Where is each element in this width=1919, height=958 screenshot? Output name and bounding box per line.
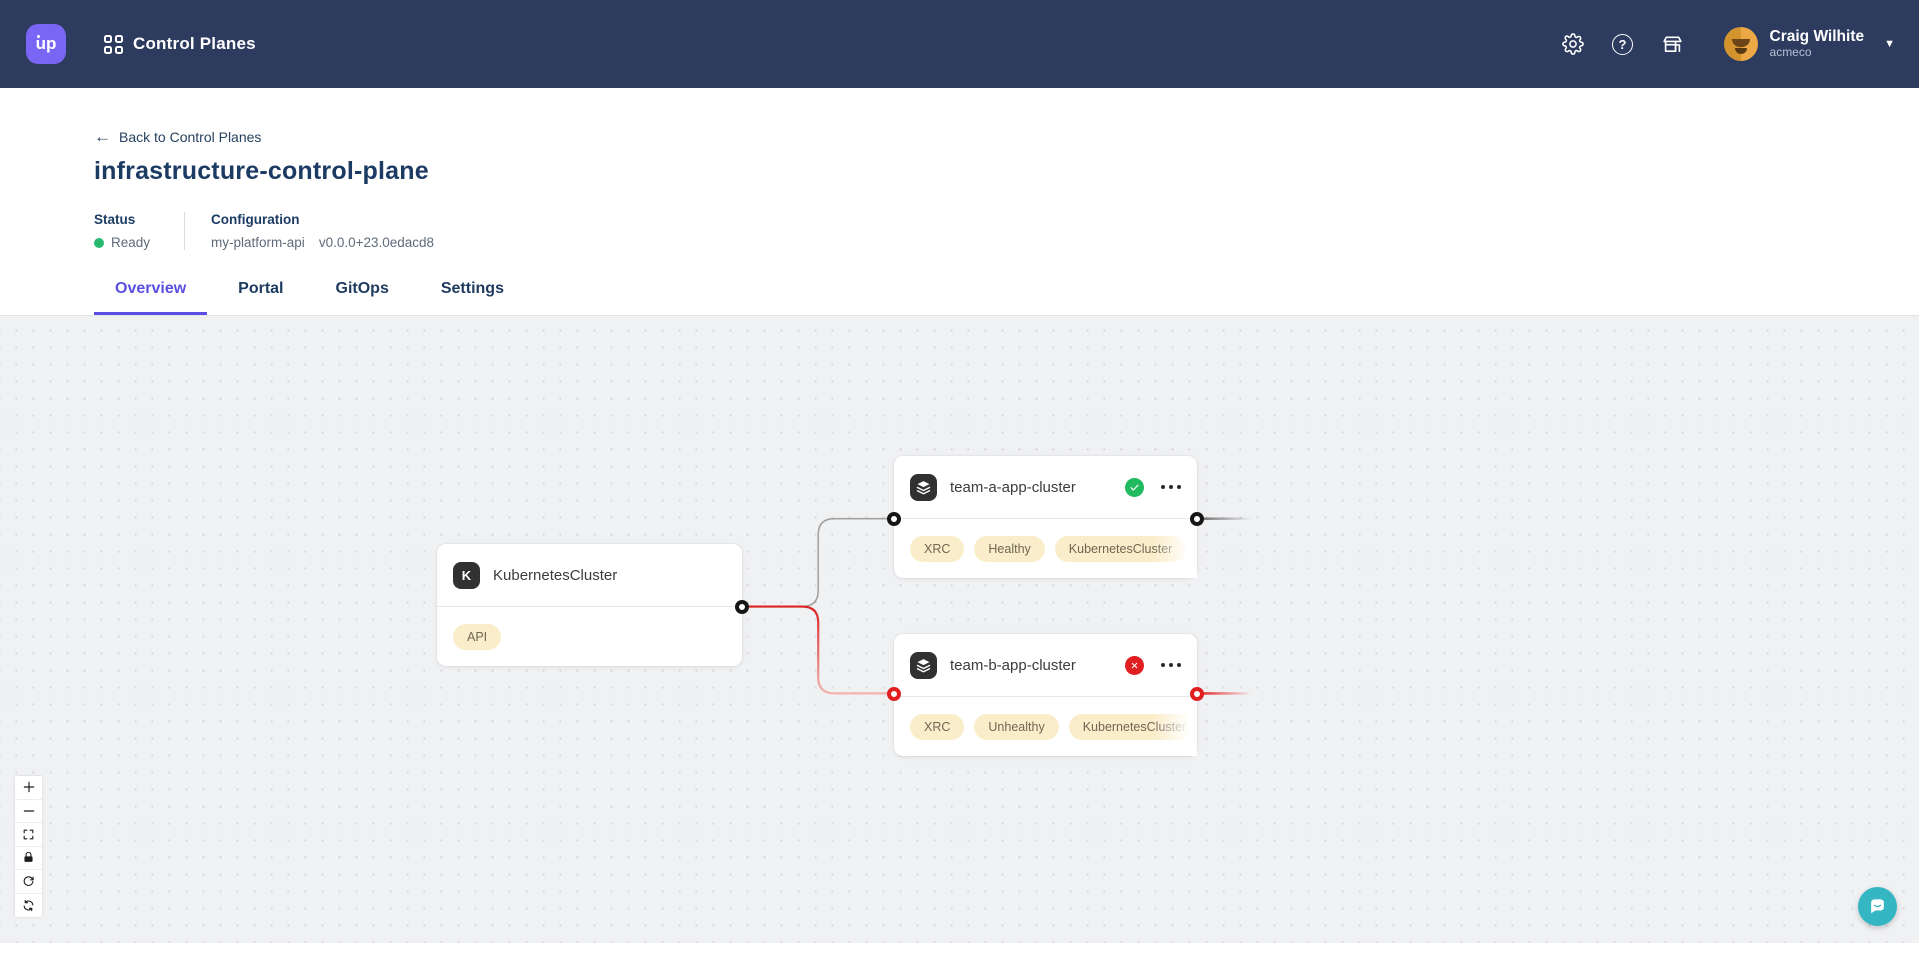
graph-edges: [0, 316, 1919, 943]
user-org: acmeco: [1770, 46, 1865, 60]
handle-team-b-target[interactable]: [887, 687, 901, 701]
tab-bar: Overview Portal GitOps Settings: [94, 280, 1919, 315]
upbound-logo[interactable]: up: [26, 24, 66, 64]
logo-dot: [37, 35, 40, 38]
help-question-glyph: ?: [1612, 34, 1633, 55]
app-switcher[interactable]: Control Planes: [104, 34, 256, 54]
meta-row: Status Ready Configuration my-platform-a…: [94, 212, 1919, 250]
configuration-section: Configuration my-platform-api v0.0.0+23.…: [211, 212, 434, 250]
canvas-controls: [15, 776, 42, 917]
node-title: team-a-app-cluster: [950, 479, 1112, 496]
navbar-right: ? Craig Wilhite acmeco ▼: [1560, 27, 1895, 61]
badge-api: API: [453, 624, 501, 650]
badge-xrc: XRC: [910, 714, 964, 740]
node-kubernetescluster[interactable]: K KubernetesCluster API: [437, 544, 742, 666]
top-navbar: up Control Planes ? Craig Wilhite: [0, 0, 1919, 88]
badge-unhealthy: Unhealthy: [974, 714, 1058, 740]
tab-portal[interactable]: Portal: [217, 280, 304, 315]
marketplace-icon[interactable]: [1660, 31, 1686, 57]
zoom-in-button[interactable]: [15, 776, 42, 800]
apps-grid-icon: [104, 35, 123, 54]
settings-gear-icon[interactable]: [1560, 31, 1586, 57]
user-name: Craig Wilhite: [1770, 28, 1865, 46]
page-header: ← Back to Control Planes infrastructure-…: [0, 88, 1919, 250]
configuration-version: v0.0.0+23.0edacd8: [319, 235, 434, 250]
meta-divider: [184, 212, 185, 250]
badge-healthy: Healthy: [974, 536, 1044, 562]
chevron-down-icon: ▼: [1884, 38, 1895, 50]
node-title: KubernetesCluster: [493, 567, 726, 584]
badge-kubernetescluster: KubernetesCluster: [1069, 714, 1197, 740]
unhealthy-x-icon: [1125, 656, 1144, 675]
chat-bubble-icon: [1868, 897, 1887, 916]
badge-xrc: XRC: [910, 536, 964, 562]
handle-team-a-target[interactable]: [887, 512, 901, 526]
handle-kubernetescluster-source[interactable]: [735, 600, 749, 614]
back-link-label: Back to Control Planes: [119, 129, 261, 145]
tab-gitops[interactable]: GitOps: [315, 280, 410, 315]
avatar: [1724, 27, 1758, 61]
layers-icon: [910, 474, 937, 501]
back-link[interactable]: ← Back to Control Planes: [94, 128, 261, 145]
back-arrow-icon: ←: [94, 128, 111, 145]
status-ready-dot: [94, 238, 104, 248]
node-team-b-app-cluster[interactable]: team-b-app-cluster XRC Unhealthy Kuberne…: [894, 634, 1197, 756]
status-label: Status: [94, 212, 150, 227]
configuration-label: Configuration: [211, 212, 434, 227]
handle-team-a-source[interactable]: [1190, 512, 1204, 526]
healthy-check-icon: [1125, 478, 1144, 497]
user-menu[interactable]: Craig Wilhite acmeco ▼: [1724, 27, 1895, 61]
graph-canvas[interactable]: K KubernetesCluster API team-a-app-clust…: [0, 315, 1919, 943]
fit-view-button[interactable]: [15, 823, 42, 847]
status-value: Ready: [111, 235, 150, 250]
badge-kubernetescluster: KubernetesCluster: [1055, 536, 1187, 562]
node-menu-button[interactable]: [1161, 659, 1182, 672]
configuration-name: my-platform-api: [211, 235, 305, 250]
tab-overview[interactable]: Overview: [94, 280, 207, 315]
chat-launcher-button[interactable]: [1858, 887, 1897, 926]
page-title: infrastructure-control-plane: [94, 157, 1919, 186]
node-team-a-app-cluster[interactable]: team-a-app-cluster XRC Healthy Kubernete…: [894, 456, 1197, 578]
handle-team-b-source[interactable]: [1190, 687, 1204, 701]
node-menu-button[interactable]: [1161, 481, 1182, 494]
kubernetes-cluster-icon: K: [453, 562, 480, 589]
lock-button[interactable]: [15, 847, 42, 871]
reset-rotation-button[interactable]: [15, 870, 42, 894]
app-title: Control Planes: [133, 34, 256, 54]
zoom-out-button[interactable]: [15, 800, 42, 824]
status-section: Status Ready: [94, 212, 150, 250]
tab-settings[interactable]: Settings: [420, 280, 525, 315]
node-title: team-b-app-cluster: [950, 657, 1112, 674]
help-icon[interactable]: ?: [1610, 31, 1636, 57]
layers-icon: [910, 652, 937, 679]
refresh-layout-button[interactable]: [15, 894, 42, 918]
